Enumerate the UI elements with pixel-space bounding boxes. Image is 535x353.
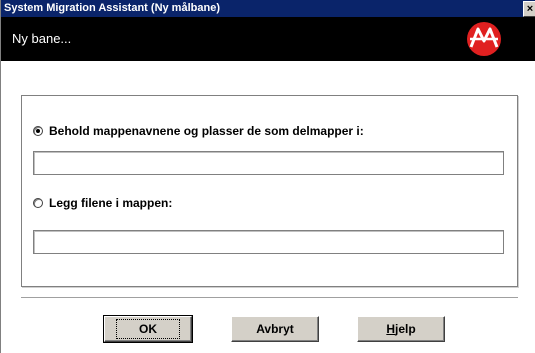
ok-button[interactable]: OK [103,315,193,343]
close-icon[interactable]: × [523,1,535,17]
folder-path-input[interactable] [33,230,504,254]
cancel-button-label: Avbryt [256,322,294,336]
put-in-folder-label: Legg filene i mappen: [49,196,173,210]
keep-names-radio[interactable] [33,126,43,136]
ok-button-label: OK [116,319,180,339]
header-title: Ny bane... [12,31,72,46]
keep-names-option[interactable]: Behold mappenavnene og plasser de som de… [33,124,364,138]
cancel-button[interactable]: Avbryt [231,316,319,342]
window-title: System Migration Assistant (Ny målbane) [4,2,220,14]
help-label-rest: jelp [395,322,416,336]
put-in-folder-radio[interactable] [33,198,43,208]
separator-line [21,297,518,299]
keep-names-label: Behold mappenavnene og plasser de som de… [49,124,364,138]
help-mnemonic: H [386,322,395,336]
put-in-folder-option[interactable]: Legg filene i mappen: [33,196,172,210]
header-banner: Ny bane... [1,17,535,61]
subfolder-path-input[interactable] [33,151,504,175]
title-bar[interactable]: System Migration Assistant (Ny målbane) … [1,0,535,17]
sma-logo-icon [467,22,501,56]
help-button-label: Hjelp [386,322,415,336]
help-button[interactable]: Hjelp [357,316,445,342]
dialog-window: System Migration Assistant (Ny målbane) … [0,0,535,353]
